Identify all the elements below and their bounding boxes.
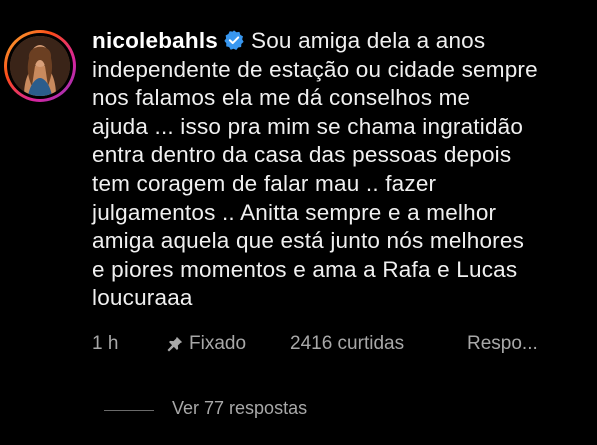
view-replies-label[interactable]: Ver 77 respostas (172, 398, 307, 419)
verified-badge-icon (224, 30, 244, 50)
avatar-photo (10, 36, 70, 96)
comment-text-line: entra dentro da casa das pessoas depois (92, 142, 512, 168)
comment-text-line: julgamentos .. Anitta sempre e a melhor (92, 199, 497, 225)
comment-text-line: independente de estação ou cidade sempre (92, 56, 538, 82)
comment-text-line: loucuraaa (92, 285, 193, 311)
comment-text-line: e piores momentos e ama a Rafa e Lucas (92, 256, 518, 282)
profile-photo-icon (10, 36, 70, 96)
likes-count[interactable]: 2416 curtidas (290, 333, 404, 355)
pin-icon (166, 335, 184, 359)
comment-first-line: nicolebahls Sou amiga dela a anos (92, 27, 590, 56)
avatar[interactable] (4, 30, 76, 102)
comment: nicolebahls Sou amiga dela a anos indepen… (0, 0, 597, 445)
comment-text-line: amiga aquela que está junto nós melhores (92, 228, 525, 254)
pinned-label: Fixado (189, 333, 247, 354)
comment-text: nicolebahls Sou amiga dela a anos indepen… (92, 27, 590, 313)
reply-button[interactable]: Respo... (467, 333, 538, 355)
comment-text-line: nos falamos ela me dá conselhos me (92, 85, 471, 111)
comment-text-line: tem coragem de falar mau .. fazer (92, 170, 437, 196)
comment-text-line: ajuda ... isso pra mim se chama ingratid… (92, 113, 524, 139)
replies-divider (104, 410, 154, 411)
username-link[interactable]: nicolebahls (92, 28, 218, 53)
comment-text-line: Sou amiga dela a anos (250, 28, 486, 53)
avatar-ring-gap (7, 33, 73, 99)
timestamp: 1 h (92, 333, 119, 354)
